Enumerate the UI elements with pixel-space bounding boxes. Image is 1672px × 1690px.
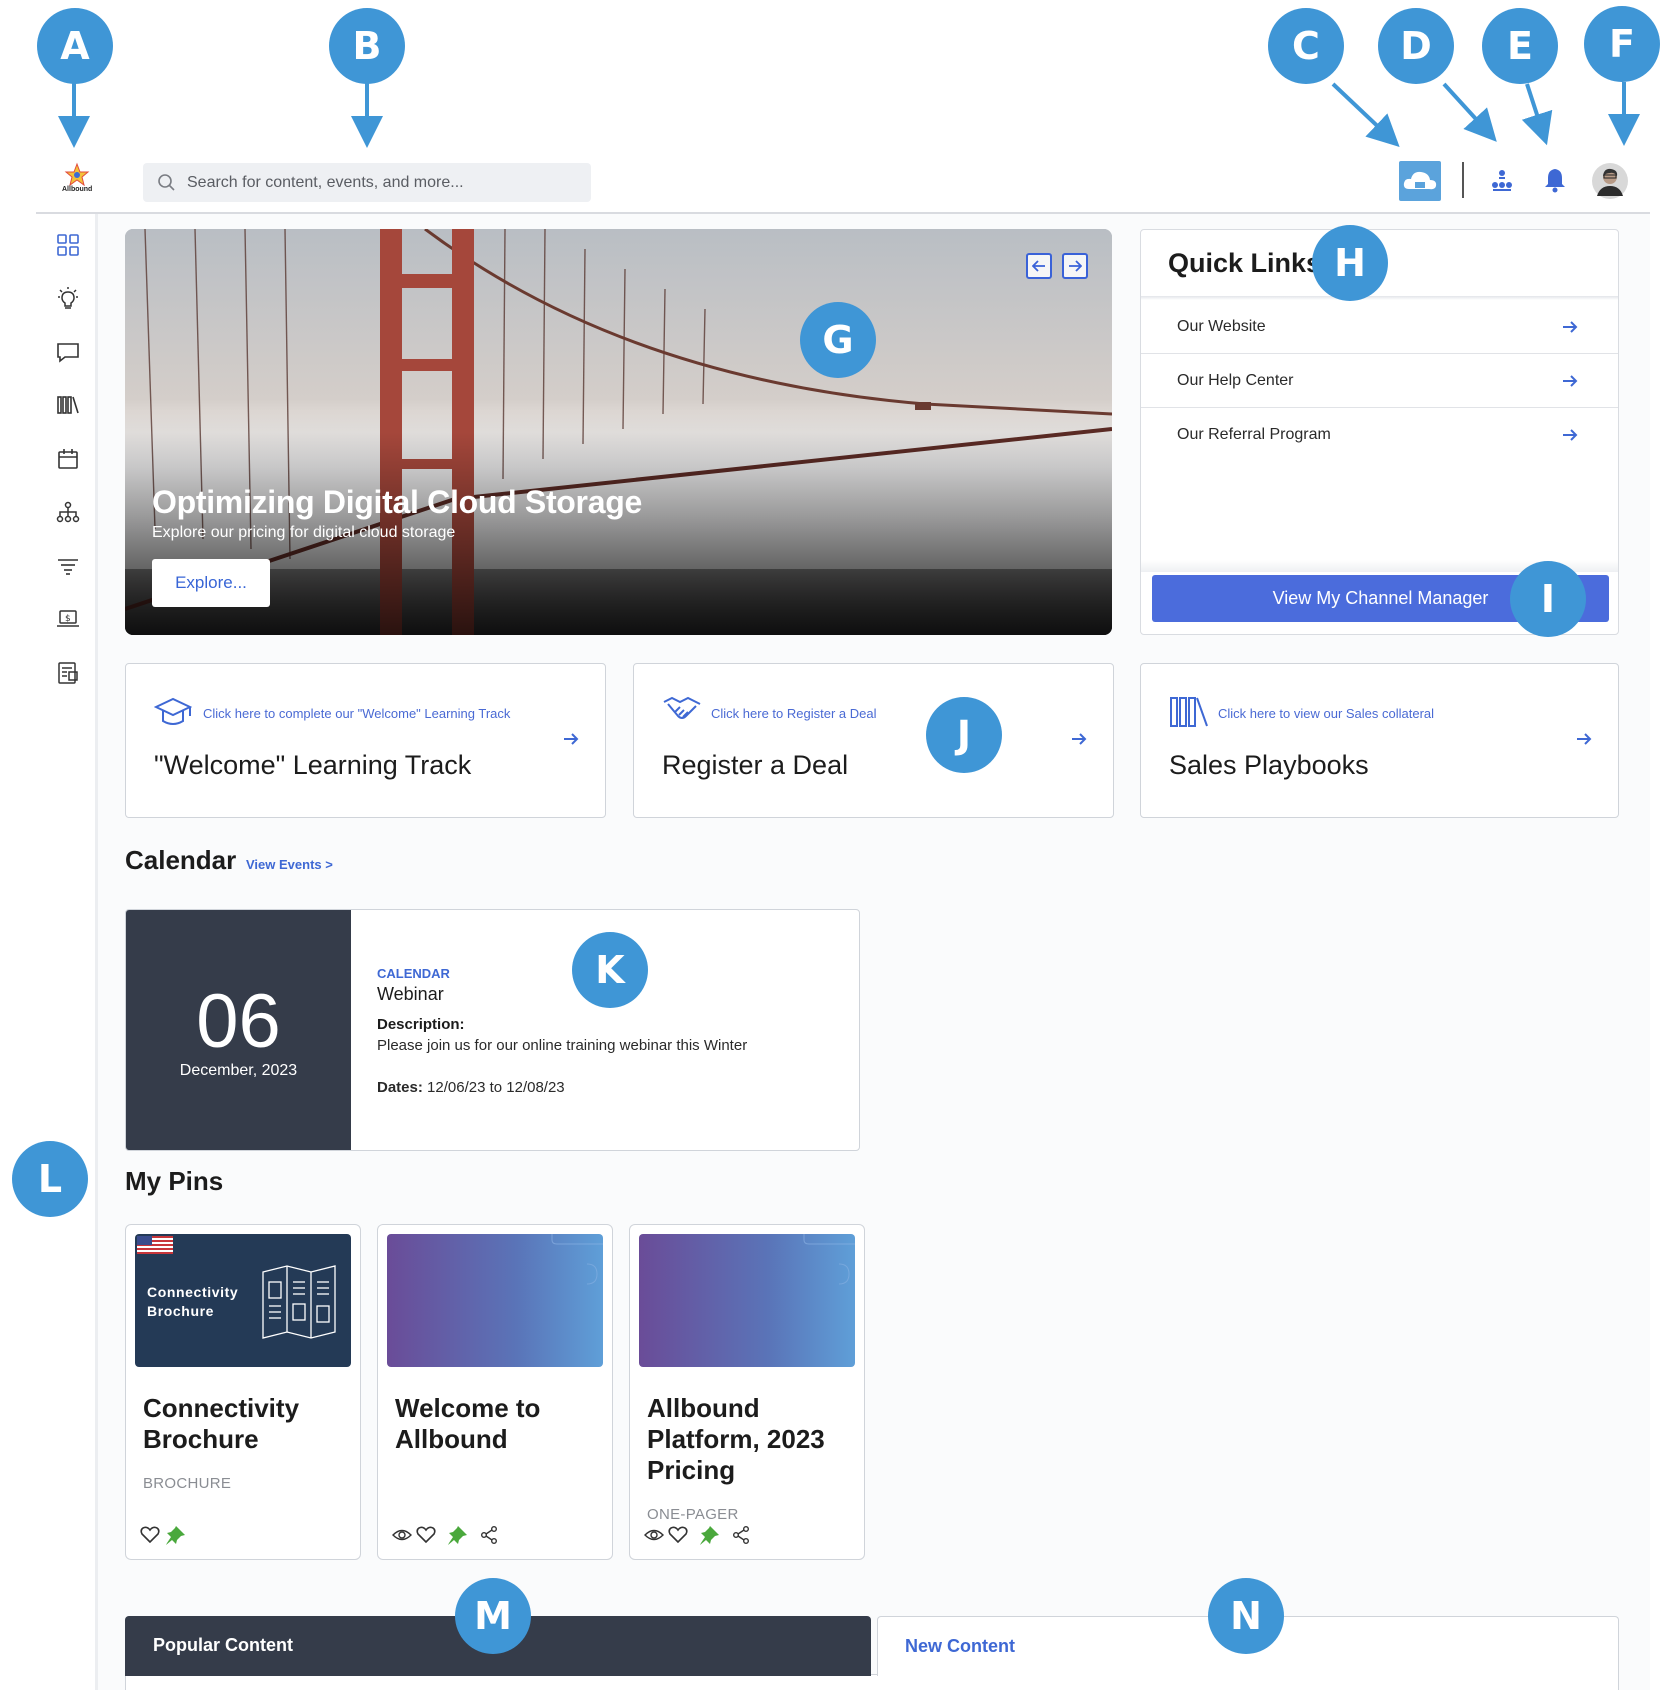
- callout-d: D: [1378, 8, 1454, 84]
- callout-j: J: [926, 697, 1002, 773]
- callout-c: C: [1268, 8, 1344, 84]
- callout-a: A: [37, 8, 113, 84]
- callout-h: H: [1312, 225, 1388, 301]
- callout-l: L: [12, 1141, 88, 1217]
- callout-f: F: [1584, 6, 1660, 82]
- callout-m: M: [455, 1578, 531, 1654]
- callout-i: I: [1510, 561, 1586, 637]
- callout-g: G: [800, 302, 876, 378]
- callout-b: B: [329, 8, 405, 84]
- callout-arrows: [58, 80, 1640, 148]
- callout-k: K: [572, 932, 648, 1008]
- callout-n: N: [1208, 1578, 1284, 1654]
- callout-e: E: [1482, 8, 1558, 84]
